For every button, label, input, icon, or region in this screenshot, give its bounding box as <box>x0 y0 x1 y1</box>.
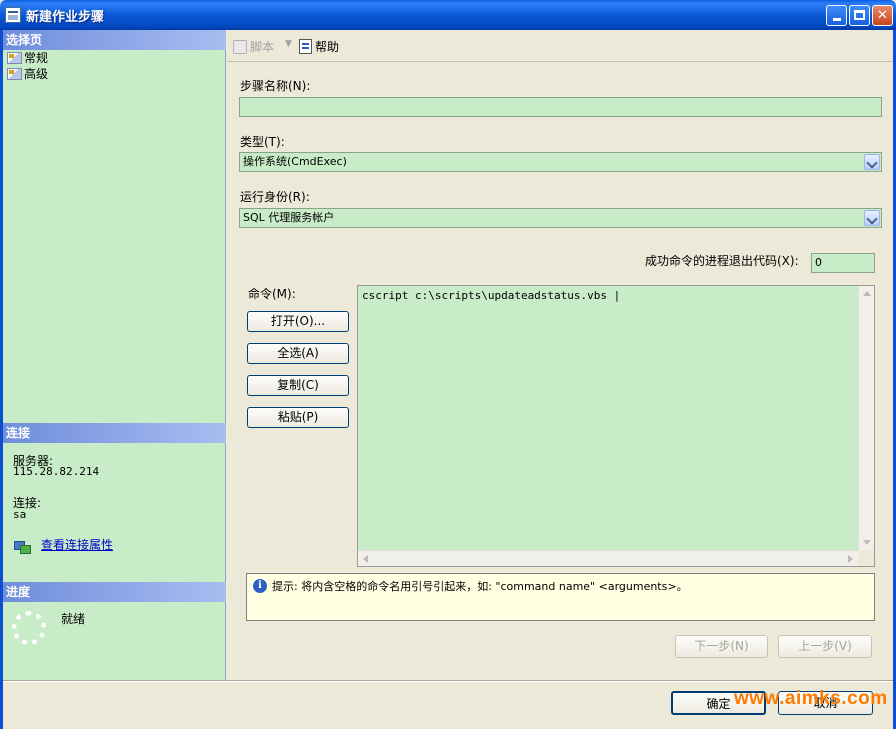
page-item-general[interactable]: 常规 <box>7 51 48 66</box>
run-as-select[interactable]: SQL 代理服务帐户 <box>239 208 882 228</box>
title-bar[interactable]: 新建作业步骤 ✕ <box>0 0 896 30</box>
close-icon: ✕ <box>877 8 888 23</box>
step-name-input[interactable] <box>239 97 882 117</box>
command-label: 命令(M): <box>248 287 296 301</box>
type-dropdown-chevron-down-icon[interactable] <box>864 154 880 170</box>
info-icon: i <box>253 579 267 593</box>
command-textarea[interactable]: cscript c:\scripts\updateadstatus.vbs | <box>357 285 875 567</box>
close-button[interactable]: ✕ <box>872 5 893 26</box>
scroll-right-arrow-icon[interactable] <box>848 555 853 563</box>
run-as-label: 运行身份(R): <box>240 190 310 204</box>
script-label: 脚本 <box>250 40 275 54</box>
watermark: www.aimks.com <box>734 688 888 709</box>
page-icon <box>7 52 22 64</box>
type-select[interactable]: 操作系统(CmdExec) <box>239 152 882 172</box>
command-horizontal-scrollbar[interactable] <box>358 550 858 566</box>
left-panel: 选择页 常规 高级 连接 服务器: 115.28.82.214 连接: sa 查… <box>3 30 226 680</box>
bottom-separator <box>3 680 893 682</box>
maximize-button[interactable] <box>849 5 870 26</box>
window-app-icon <box>5 7 21 23</box>
next-step-button[interactable]: 下一步(N) <box>675 635 768 658</box>
script-button[interactable]: 脚本 <box>233 38 274 55</box>
progress-header: 进度 <box>3 582 226 602</box>
scroll-left-arrow-icon[interactable] <box>363 555 368 563</box>
scroll-down-arrow-icon[interactable] <box>863 540 871 545</box>
open-button[interactable]: 打开(O)... <box>247 311 349 332</box>
server-value: 115.28.82.214 <box>13 465 100 478</box>
toolbar: 脚本 ▼ 帮助 <box>227 30 893 62</box>
select-all-button[interactable]: 全选(A) <box>247 343 349 364</box>
progress-spinner-icon <box>12 611 46 645</box>
script-icon <box>233 40 247 54</box>
maximize-icon <box>854 10 865 20</box>
connection-header: 连接 <box>3 423 226 443</box>
help-icon <box>299 39 312 54</box>
minimize-button[interactable] <box>826 5 847 26</box>
help-label: 帮助 <box>315 40 340 54</box>
step-name-label: 步骤名称(N): <box>240 79 311 93</box>
script-dropdown-arrow-icon[interactable]: ▼ <box>285 39 292 49</box>
type-label: 类型(T): <box>240 135 285 149</box>
command-text[interactable]: cscript c:\scripts\updateadstatus.vbs | <box>362 289 620 302</box>
window-title: 新建作业步骤 <box>26 10 105 25</box>
hint-text: 提示: 将内含空格的命令名用引号引起来，如: "command name" <a… <box>272 580 688 593</box>
run-as-dropdown-chevron-down-icon[interactable] <box>864 210 880 226</box>
page-item-label: 常规 <box>24 51 49 65</box>
progress-status: 就绪 <box>61 612 86 626</box>
connection-value: sa <box>13 508 27 521</box>
connection-properties-icon <box>14 539 31 554</box>
page-item-advanced[interactable]: 高级 <box>7 67 48 82</box>
copy-button[interactable]: 复制(C) <box>247 375 349 396</box>
paste-button[interactable]: 粘贴(P) <box>247 407 349 428</box>
help-button[interactable]: 帮助 <box>299 38 339 55</box>
select-page-header: 选择页 <box>3 30 226 50</box>
page-item-label: 高级 <box>24 67 49 81</box>
exit-code-label: 成功命令的进程退出代码(X): <box>645 254 799 268</box>
exit-code-input[interactable]: 0 <box>811 253 875 273</box>
previous-step-button[interactable]: 上一步(V) <box>778 635 872 658</box>
scrollbar-corner <box>858 550 874 566</box>
scroll-up-arrow-icon[interactable] <box>863 291 871 296</box>
type-selected-value: 操作系统(CmdExec) <box>243 155 347 168</box>
hint-box: i 提示: 将内含空格的命令名用引号引起来，如: "command name" … <box>246 573 875 621</box>
command-vertical-scrollbar[interactable] <box>858 286 874 550</box>
minimize-icon <box>832 18 841 21</box>
run-as-selected-value: SQL 代理服务帐户 <box>243 211 335 224</box>
page-icon <box>7 68 22 80</box>
view-connection-properties-link[interactable]: 查看连接属性 <box>41 536 113 553</box>
